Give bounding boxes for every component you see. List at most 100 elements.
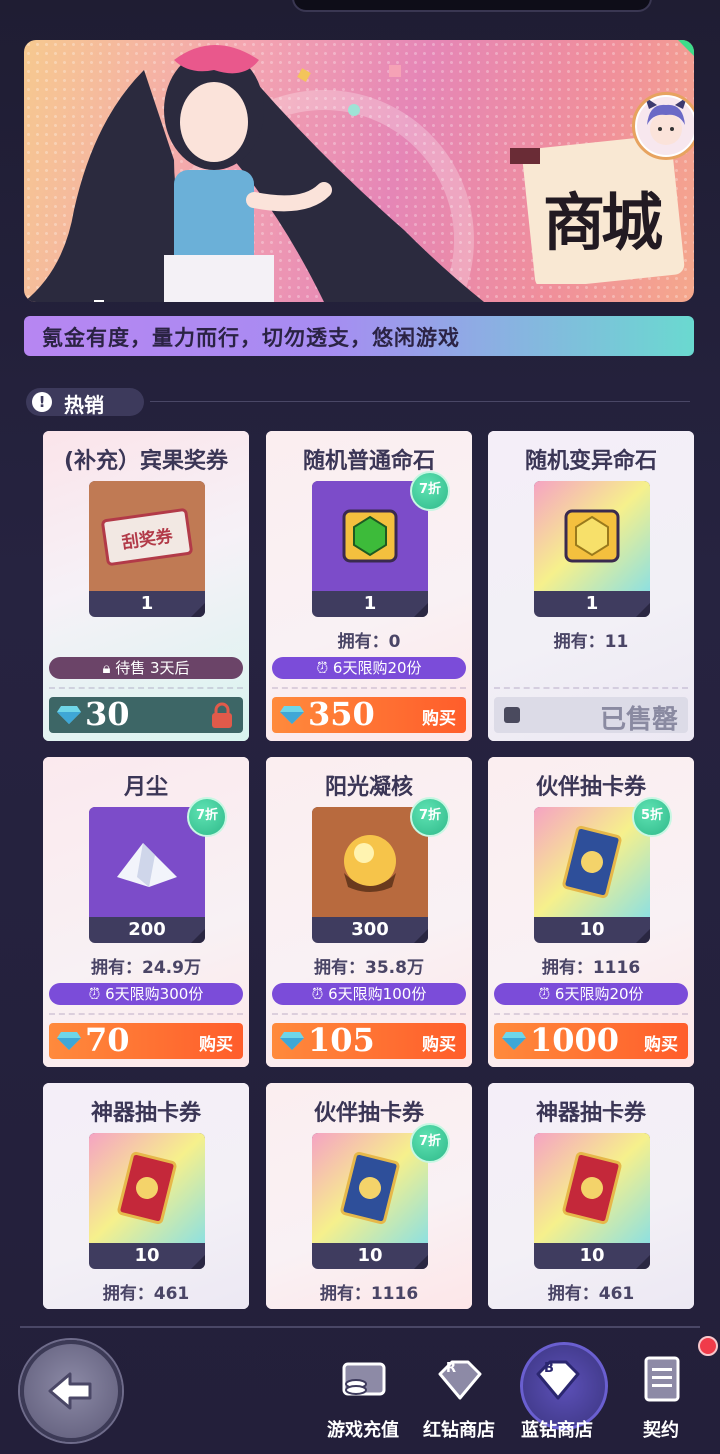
- sold-out-label: 已售罄: [599, 705, 678, 735]
- item-name: 伙伴抽卡券: [313, 1101, 424, 1126]
- alert-icon: !: [32, 392, 52, 412]
- item-frame: 10: [312, 1133, 428, 1269]
- hot-section-label: 热销: [64, 393, 104, 417]
- item-name: 神器抽卡券: [90, 1101, 201, 1126]
- nav-red-diamond-shop[interactable]: R 红钻商店: [414, 1352, 504, 1442]
- item-quantity: 10: [357, 1245, 383, 1266]
- section-divider: [150, 401, 690, 402]
- purchase-limit-tag: ⏰︎ 6天限购300份: [49, 983, 243, 1005]
- banner-title: 商城: [543, 186, 663, 259]
- diamond-icon: [502, 1032, 526, 1050]
- item-name: 月尘: [123, 775, 168, 800]
- shop-item-card[interactable]: 伙伴抽卡券 10 7折 拥有：1116: [266, 1083, 472, 1309]
- item-frame: 刮奖券 1: [89, 481, 205, 617]
- diamond-icon: [57, 1032, 81, 1050]
- purchase-limit-tag: ⏰︎ 6天限购100份: [272, 983, 466, 1005]
- item-quantity: 1: [363, 593, 377, 614]
- shop-item-card[interactable]: (补充）宾果奖券 刮奖券 1 🔒︎ 待售 3天后 30: [43, 431, 249, 741]
- wallet-icon: [342, 1362, 386, 1396]
- owned-count: 拥有：461: [547, 1284, 635, 1304]
- shop-item-card[interactable]: 随机普通命石 1 7折 拥有：0 ⏰︎ 6天限购20份 350 购买: [266, 431, 472, 741]
- item-quantity: 10: [579, 1245, 605, 1266]
- item-name: (补充）宾果奖券: [63, 449, 229, 474]
- notification-dot: [698, 1336, 718, 1356]
- diamond-icon: [280, 1032, 304, 1050]
- top-notch-bar: [292, 0, 652, 12]
- discount-badge: 5折: [632, 797, 672, 837]
- buy-label: 购买: [644, 1035, 678, 1055]
- buy-button[interactable]: 1000 购买: [494, 1021, 688, 1059]
- nav-label: 游戏充值: [327, 1420, 399, 1441]
- item-quantity: 10: [579, 919, 605, 940]
- discount-badge: 7折: [187, 797, 227, 837]
- nav-game-recharge[interactable]: 游戏充值: [318, 1352, 408, 1442]
- item-frame: 1: [534, 481, 650, 617]
- sold-out-button: 已售罄: [494, 697, 688, 735]
- item-name: 随机变异命石: [524, 449, 657, 474]
- svg-text:R: R: [446, 1361, 456, 1376]
- spending-notice: 氪金有度，量力而行，切勿透支，悠闲游戏: [24, 316, 694, 356]
- item-name: 随机普通命石: [302, 449, 435, 474]
- price-value: 1000: [530, 1021, 620, 1059]
- owned-count: 拥有：24.9万: [91, 958, 201, 978]
- item-frame: 10: [534, 1133, 650, 1269]
- item-quantity: 1: [585, 593, 599, 614]
- shop-item-card[interactable]: 随机变异命石 1 拥有：11 已售罄: [488, 431, 694, 741]
- price-button[interactable]: 30: [49, 695, 243, 733]
- buy-button[interactable]: 350 购买: [272, 695, 466, 733]
- nav-label: 红钻商店: [423, 1420, 495, 1441]
- nav-contract[interactable]: 契约: [616, 1352, 706, 1442]
- buy-label: 购买: [422, 709, 456, 729]
- shop-item-card[interactable]: 神器抽卡券 10 拥有：461: [43, 1083, 249, 1309]
- buy-button[interactable]: 105 购买: [272, 1021, 466, 1059]
- nav-blue-diamond-shop[interactable]: B 蓝钻商店: [512, 1342, 608, 1442]
- shop-item-card[interactable]: 神器抽卡券 10 拥有：461: [488, 1083, 694, 1309]
- player-avatar[interactable]: [632, 92, 694, 160]
- shop-item-card[interactable]: 伙伴抽卡券 10 5折 拥有：1116 ⏰︎ 6天限购20份 1000 购买: [488, 757, 694, 1067]
- hot-section-header: ! 热销: [26, 388, 144, 417]
- arrow-left-icon: [48, 1372, 92, 1410]
- item-frame: 300: [312, 807, 428, 943]
- buy-label: 购买: [422, 1035, 456, 1055]
- purchase-limit-tag: ⏰︎ 6天限购20份: [494, 983, 688, 1005]
- owned-count: 拥有：35.8万: [314, 958, 424, 978]
- shop-item-card[interactable]: 阳光凝核 300 7折 拥有：35.8万 ⏰︎ 6天限购100份 105 购买: [266, 757, 472, 1067]
- alarm-clock-icon: ⏰︎: [88, 985, 106, 1003]
- item-name: 伙伴抽卡券: [535, 775, 646, 800]
- alarm-clock-icon: ⏰︎: [316, 659, 333, 677]
- scratch-ticket-icon: 刮奖券: [89, 481, 205, 591]
- item-frame: 1: [312, 481, 428, 617]
- yellow-fate-stone-icon: [534, 481, 650, 591]
- nav-label: 契约: [643, 1420, 679, 1441]
- shop-item-card[interactable]: 月尘 200 7折 拥有：24.9万 ⏰︎ 6天限购300份 70 购买: [43, 757, 249, 1067]
- nav-label: 蓝钻商店: [521, 1420, 593, 1441]
- bottom-divider: [20, 1326, 700, 1328]
- owned-count: 拥有：11: [553, 632, 629, 652]
- character-illustration: [24, 45, 484, 302]
- price-value: 350: [308, 695, 375, 733]
- item-quantity: 200: [128, 919, 166, 940]
- lock-icon: [212, 702, 232, 728]
- diamond-icon: [280, 706, 304, 724]
- price-value: 105: [308, 1021, 375, 1059]
- artifact-card-icon: [534, 1133, 650, 1243]
- item-quantity: 1: [140, 593, 154, 614]
- back-button[interactable]: [20, 1340, 122, 1442]
- artifact-card-icon: [89, 1133, 205, 1243]
- owned-count: 拥有：1116: [541, 958, 641, 978]
- alarm-clock-icon: ⏰︎: [538, 985, 555, 1003]
- purchase-limit-tag: ⏰︎ 6天限购20份: [272, 657, 466, 679]
- contract-icon: [644, 1356, 680, 1402]
- red-diamond-icon: R: [438, 1360, 482, 1400]
- discount-badge: 7折: [410, 471, 450, 511]
- item-frame: 200: [89, 807, 205, 943]
- sale-pending-tag: 🔒︎ 待售 3天后: [49, 657, 243, 679]
- buy-button[interactable]: 70 购买: [49, 1021, 243, 1059]
- item-name: 阳光凝核: [324, 775, 413, 800]
- owned-count: 拥有：461: [102, 1284, 190, 1304]
- svg-text:B: B: [544, 1361, 554, 1376]
- diamond-icon: [57, 706, 81, 724]
- alarm-clock-icon: ⏰︎: [311, 985, 329, 1003]
- owned-count: 拥有：1116: [319, 1284, 419, 1304]
- price-value: 30: [85, 695, 130, 733]
